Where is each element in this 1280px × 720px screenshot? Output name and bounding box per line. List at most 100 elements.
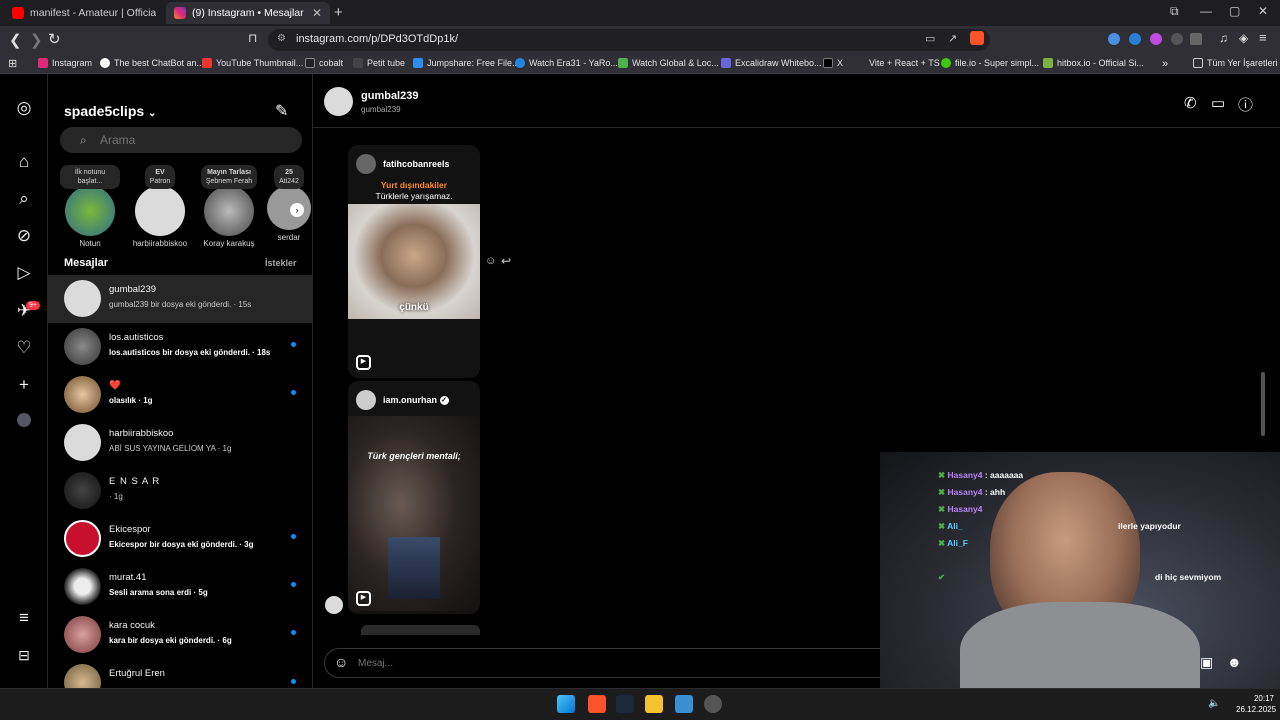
wallet-icon[interactable]: ◈	[1239, 31, 1248, 45]
extension-icon[interactable]	[1108, 33, 1120, 45]
meta-apps-icon[interactable]: ⊟	[14, 645, 34, 665]
more-bookmarks-icon[interactable]: »	[1162, 58, 1168, 70]
unread-dot	[291, 679, 296, 684]
tab-instagram[interactable]: (9) Instagram • Mesajlar ✕	[166, 2, 330, 24]
unread-dot	[291, 630, 296, 635]
speaker-icon[interactable]: 🔈	[1208, 698, 1220, 709]
bookmark-watch-global[interactable]: Watch Global & Loc...	[618, 58, 719, 68]
brave-shield-icon[interactable]	[970, 31, 984, 45]
music-icon[interactable]: ♫	[1219, 31, 1228, 45]
account-switcher[interactable]: spade5clips ⌄	[64, 103, 156, 119]
conversation-item[interactable]: E N S A R · 1g	[48, 467, 313, 515]
emoji-icon[interactable]: ☺	[334, 654, 348, 670]
requests-link[interactable]: İstekler	[265, 258, 297, 268]
new-tab-button[interactable]: +	[334, 4, 343, 21]
scrollbar-thumb[interactable]	[1261, 372, 1265, 436]
create-icon[interactable]: +	[14, 375, 34, 395]
bookmark-hitbox[interactable]: hitbox.io - Official Si...	[1043, 58, 1144, 68]
close-tab-icon[interactable]: ✕	[312, 6, 322, 20]
file-explorer-icon[interactable]	[645, 695, 663, 713]
chevron-right-icon[interactable]: ›	[290, 203, 304, 217]
conversation-item[interactable]: murat.41 Sesli arama sona erdi · 5g	[48, 563, 313, 611]
apps-icon[interactable]: ⊞	[8, 57, 17, 70]
site-settings-icon[interactable]: ⚙	[277, 33, 286, 44]
reply-icon[interactable]: ↩	[501, 254, 511, 268]
conversation-item[interactable]: harbiirabbiskoo ABİ SUS YAYINA GELİOM YA…	[48, 419, 313, 467]
message-input[interactable]	[358, 655, 858, 671]
share-icon[interactable]: ↗	[948, 32, 957, 45]
bookmark-jumpshare[interactable]: Jumpshare: Free File...	[413, 58, 520, 68]
conversation-item[interactable]: Ertuğrul Eren	[48, 659, 313, 688]
tab-youtube[interactable]: manifest - Amateur | Official Music V	[4, 2, 164, 24]
phone-icon[interactable]: ✆	[1184, 94, 1197, 112]
minimize-icon[interactable]: —	[1200, 4, 1212, 18]
cast-icon[interactable]: ▭	[925, 32, 935, 45]
bookmark-cobalt[interactable]: cobalt	[305, 58, 343, 68]
more-menu-icon[interactable]: ≡	[14, 608, 34, 628]
youtube-icon	[12, 7, 24, 19]
instagram-logo-icon[interactable]: ◎	[14, 98, 34, 118]
reel-author[interactable]: iam.onurhan ✓	[356, 390, 449, 410]
url-text[interactable]: instagram.com/p/DPd3OTdDp1k/	[296, 33, 458, 45]
bookmark-chatbot[interactable]: The best ChatBot an...	[100, 58, 204, 68]
info-icon[interactable]: ⓘ	[1238, 94, 1253, 115]
extension-icon[interactable]	[1150, 33, 1162, 45]
bookmark-vite[interactable]: Vite + React + TS	[855, 58, 940, 68]
conversation-item[interactable]: kara cocuk kara bir dosya eki gönderdi. …	[48, 611, 313, 659]
conversation-item[interactable]: ❤️ olasılık · 1g	[48, 371, 313, 419]
bookmark-youtube-thumbnail[interactable]: YouTube Thumbnail...	[202, 58, 303, 68]
profile-avatar[interactable]	[17, 413, 31, 427]
extensions-icon[interactable]: ⧉	[1170, 4, 1179, 19]
bookmark-excalidraw[interactable]: Excalidraw Whitebo...	[721, 58, 822, 68]
unread-dot	[291, 582, 296, 587]
bookmark-icon[interactable]: ⊓	[248, 31, 257, 45]
close-window-icon[interactable]: ✕	[1258, 4, 1268, 18]
bookmark-petit-tube[interactable]: Petit tube	[353, 58, 405, 68]
react-emoji-icon[interactable]: ☺	[485, 255, 496, 267]
bookmark-instagram[interactable]: Instagram	[38, 58, 92, 68]
sidebar-toggle-icon[interactable]	[1190, 33, 1202, 45]
bookmark-era31[interactable]: Watch Era31 - YaRo...	[515, 58, 618, 68]
chat-title[interactable]: gumbal239	[361, 90, 418, 102]
reel-author[interactable]: fatihcobanreels	[356, 154, 450, 174]
home-icon[interactable]: ⌂	[14, 152, 34, 172]
app-icon[interactable]	[675, 695, 693, 713]
image-icon[interactable]: ▣	[1200, 654, 1213, 671]
avatar	[64, 376, 101, 413]
steam-icon[interactable]	[616, 695, 634, 713]
reload-button[interactable]: ↻	[48, 30, 61, 48]
menu-icon[interactable]: ≡	[1259, 30, 1267, 45]
conversation-item[interactable]: los.autisticos los.autisticos bir dosya …	[48, 323, 313, 371]
chat-avatar[interactable]	[324, 87, 353, 116]
bookmark-fileio[interactable]: file.io - Super simpl...	[941, 58, 1039, 68]
maximize-icon[interactable]: ▢	[1229, 4, 1240, 18]
note-item[interactable]: EV Patron harbiirabbiskoo	[128, 165, 192, 248]
note-item[interactable]: 25 Ati242 serdar	[266, 165, 312, 242]
note-item[interactable]: İlk notunu başlat... Notun	[58, 165, 122, 248]
explore-icon[interactable]: ⊘	[14, 226, 34, 246]
conversation-preview: Sesli arama sona erdi · 5g	[109, 588, 208, 597]
conversation-name: gumbal239	[109, 284, 157, 295]
brave-icon[interactable]	[588, 695, 606, 713]
conversation-item[interactable]: Ekicespor Ekicespor bir dosya eki gönder…	[48, 515, 313, 563]
bookmark-x[interactable]: X	[823, 58, 843, 68]
search-input[interactable]	[100, 131, 290, 149]
video-call-icon[interactable]: ▭	[1211, 94, 1225, 112]
note-item[interactable]: Mayın Tarlası Şebnem Ferah Koray karakuş	[197, 165, 261, 248]
forward-button[interactable]: ❯	[30, 31, 43, 49]
conversation-item[interactable]: gumbal239 gumbal239 bir dosya eki gönder…	[48, 275, 313, 323]
obs-icon[interactable]	[704, 695, 722, 713]
sticker-icon[interactable]: ☻	[1227, 654, 1242, 670]
extension-icon[interactable]	[1171, 33, 1183, 45]
bookmark-all[interactable]: Tüm Yer İşaretleri	[1193, 58, 1278, 68]
start-icon[interactable]	[557, 695, 575, 713]
new-message-icon[interactable]: ✎	[275, 101, 288, 121]
reels-icon[interactable]: ▷	[14, 263, 34, 283]
system-clock[interactable]: 20:17 26.12.2025	[1236, 693, 1276, 715]
search-icon[interactable]: ⌕	[14, 189, 34, 209]
back-button[interactable]: ❮	[9, 31, 22, 49]
extension-icon[interactable]	[1129, 33, 1141, 45]
shared-reel[interactable]: iam.onurhan ✓ Türk gençleri mentali; ▶	[348, 381, 480, 614]
shared-reel[interactable]: fatihcobanreels Yurt dışındakiler Türkle…	[348, 145, 480, 378]
notifications-icon[interactable]: ♡	[14, 338, 34, 358]
